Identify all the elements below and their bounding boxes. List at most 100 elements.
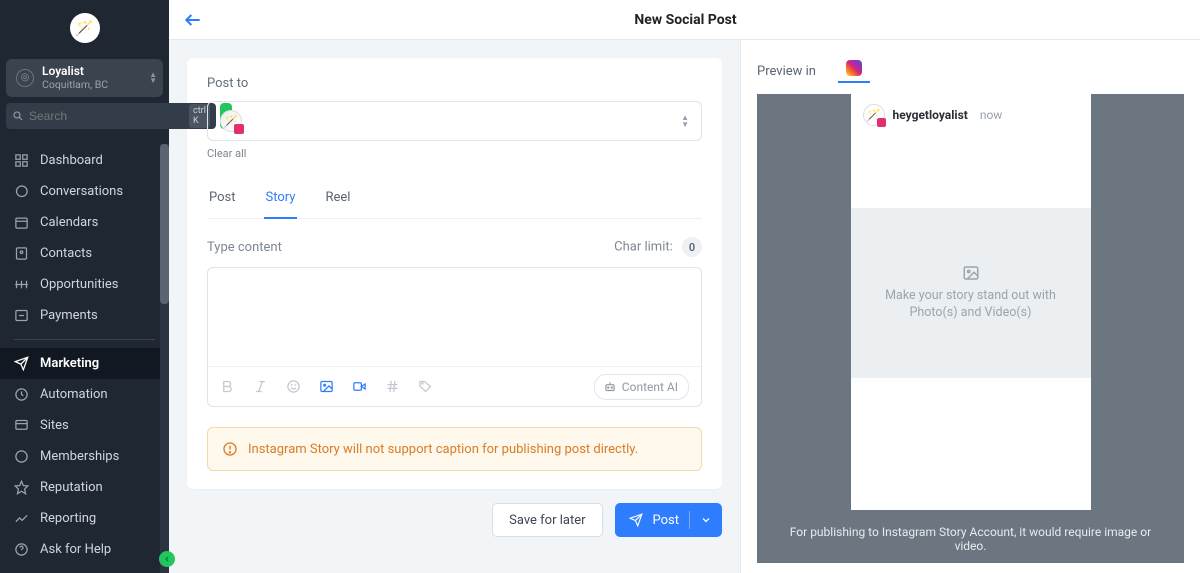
story-preview-card: 🪄 heygetloyalist now Make your story sta… bbox=[851, 94, 1091, 510]
post-to-label: Post to bbox=[207, 76, 702, 91]
nav-label: Reputation bbox=[40, 480, 103, 495]
nav-marketing[interactable]: Marketing bbox=[0, 348, 169, 379]
org-icon: ◎ bbox=[16, 69, 34, 87]
send-icon bbox=[12, 356, 30, 371]
star-icon bbox=[12, 480, 30, 495]
nav-reputation[interactable]: Reputation bbox=[0, 472, 169, 503]
org-location: Coquitlam, BC bbox=[42, 79, 108, 91]
payments-icon bbox=[12, 308, 30, 323]
nav-calendars[interactable]: Calendars bbox=[0, 207, 169, 238]
chevron-down-icon[interactable] bbox=[700, 514, 712, 526]
nav-reporting[interactable]: Reporting bbox=[0, 503, 169, 534]
clear-all-link[interactable]: Clear all bbox=[207, 147, 702, 160]
collapse-sidebar-button[interactable] bbox=[159, 551, 175, 567]
warning-text: Instagram Story will not support caption… bbox=[248, 442, 638, 457]
image-icon bbox=[962, 264, 980, 282]
nav-label: Memberships bbox=[40, 449, 119, 464]
char-limit: Char limit: 0 bbox=[614, 237, 702, 257]
nav-dashboard[interactable]: Dashboard bbox=[0, 145, 169, 176]
video-icon[interactable] bbox=[352, 379, 367, 394]
account-avatar-icon: 🪄 bbox=[220, 110, 242, 132]
nav-payments[interactable]: Payments bbox=[0, 300, 169, 331]
chartline-icon bbox=[12, 511, 30, 526]
nav-label: Reporting bbox=[40, 511, 96, 526]
nav-contacts[interactable]: Contacts bbox=[0, 238, 169, 269]
nav-sites[interactable]: Sites bbox=[0, 410, 169, 441]
tab-post[interactable]: Post bbox=[207, 180, 238, 218]
sidebar-nav: Dashboard Conversations Calendars Contac… bbox=[0, 135, 169, 573]
org-name: Loyalist bbox=[42, 65, 108, 79]
editor-toolbar: Content AI bbox=[208, 366, 701, 406]
nav-automation[interactable]: Automation bbox=[0, 379, 169, 410]
content-editor[interactable]: Content AI bbox=[207, 267, 702, 407]
alert-icon bbox=[222, 441, 238, 457]
story-hint-text: Make your story stand out with Photo(s) … bbox=[869, 288, 1073, 322]
nav-label: Automation bbox=[40, 387, 108, 402]
nav-label: Ask for Help bbox=[40, 542, 111, 557]
send-icon bbox=[629, 513, 643, 527]
sidebar-scrollbar-thumb[interactable] bbox=[160, 144, 169, 304]
nav-label: Contacts bbox=[40, 246, 92, 261]
italic-icon[interactable] bbox=[253, 379, 268, 394]
instagram-icon bbox=[846, 60, 862, 76]
robot-icon bbox=[603, 380, 617, 394]
preview-time: now bbox=[980, 108, 1003, 122]
nav-label: Opportunities bbox=[40, 277, 118, 292]
sidebar: 🪄 ◎ Loyalist Coquitlam, BC ▲▼ ctrl K Das… bbox=[0, 0, 169, 573]
preview-stage: 🪄 heygetloyalist now Make your story sta… bbox=[757, 94, 1184, 563]
chevron-updown-icon: ▲▼ bbox=[149, 72, 157, 84]
tab-story[interactable]: Story bbox=[264, 180, 298, 219]
post-type-tabs: Post Story Reel bbox=[207, 180, 702, 219]
preview-username: heygetloyalist bbox=[893, 108, 968, 122]
nav-opportunities[interactable]: Opportunities bbox=[0, 269, 169, 300]
main: New Social Post Post to 🪄 ▲▼ Clear all P… bbox=[169, 0, 1200, 573]
opportunities-icon bbox=[12, 277, 30, 292]
preview-avatar-icon: 🪄 bbox=[863, 104, 885, 126]
bold-icon[interactable] bbox=[220, 379, 235, 394]
emoji-icon[interactable] bbox=[286, 379, 301, 394]
nav-label: Conversations bbox=[40, 184, 123, 199]
image-icon[interactable] bbox=[319, 379, 334, 394]
nav-label: Marketing bbox=[40, 356, 99, 371]
nav-label: Sites bbox=[40, 418, 69, 433]
warning-banner: Instagram Story will not support caption… bbox=[207, 427, 702, 471]
search-icon bbox=[12, 110, 24, 122]
save-for-later-button[interactable]: Save for later bbox=[492, 503, 602, 537]
nav-conversations[interactable]: Conversations bbox=[0, 176, 169, 207]
preview-channel-instagram[interactable] bbox=[846, 60, 862, 83]
tag-icon[interactable] bbox=[418, 379, 433, 394]
compose-actions: Save for later Post bbox=[187, 503, 722, 537]
post-button[interactable]: Post bbox=[615, 503, 723, 537]
nav-label: Calendars bbox=[40, 215, 98, 230]
global-search[interactable]: ctrl K bbox=[6, 103, 216, 129]
story-media-placeholder: Make your story stand out with Photo(s) … bbox=[851, 208, 1091, 378]
type-content-label: Type content bbox=[207, 240, 282, 255]
memberships-icon bbox=[12, 449, 30, 464]
org-switcher[interactable]: ◎ Loyalist Coquitlam, BC ▲▼ bbox=[6, 59, 163, 97]
char-limit-label: Char limit: bbox=[614, 240, 673, 255]
preview-in-label: Preview in bbox=[757, 64, 816, 79]
content-ai-label: Content AI bbox=[622, 380, 678, 394]
hashtag-icon[interactable] bbox=[385, 379, 400, 394]
topbar: New Social Post bbox=[169, 0, 1200, 40]
calendar-icon bbox=[12, 215, 30, 230]
nav-label: Payments bbox=[40, 308, 98, 323]
content-ai-button[interactable]: Content AI bbox=[594, 374, 689, 400]
contacts-icon bbox=[12, 246, 30, 261]
nav-label: Dashboard bbox=[40, 153, 103, 168]
nav-settings[interactable]: Settings bbox=[0, 565, 169, 573]
nav-separator bbox=[14, 339, 155, 340]
nav-ask-for-help[interactable]: Ask for Help bbox=[0, 534, 169, 565]
app-logo: 🪄 bbox=[70, 13, 100, 43]
search-input[interactable] bbox=[29, 109, 184, 123]
chat-icon bbox=[12, 184, 30, 199]
chevron-updown-icon: ▲▼ bbox=[681, 114, 689, 128]
back-button[interactable] bbox=[183, 10, 203, 30]
tab-reel[interactable]: Reel bbox=[323, 180, 352, 218]
nav-memberships[interactable]: Memberships bbox=[0, 441, 169, 472]
grid-icon bbox=[12, 153, 30, 168]
char-limit-value: 0 bbox=[682, 237, 702, 257]
sites-icon bbox=[12, 418, 30, 433]
post-to-select[interactable]: 🪄 ▲▼ bbox=[207, 101, 702, 141]
preview-footer-note: For publishing to Instagram Story Accoun… bbox=[757, 507, 1184, 557]
